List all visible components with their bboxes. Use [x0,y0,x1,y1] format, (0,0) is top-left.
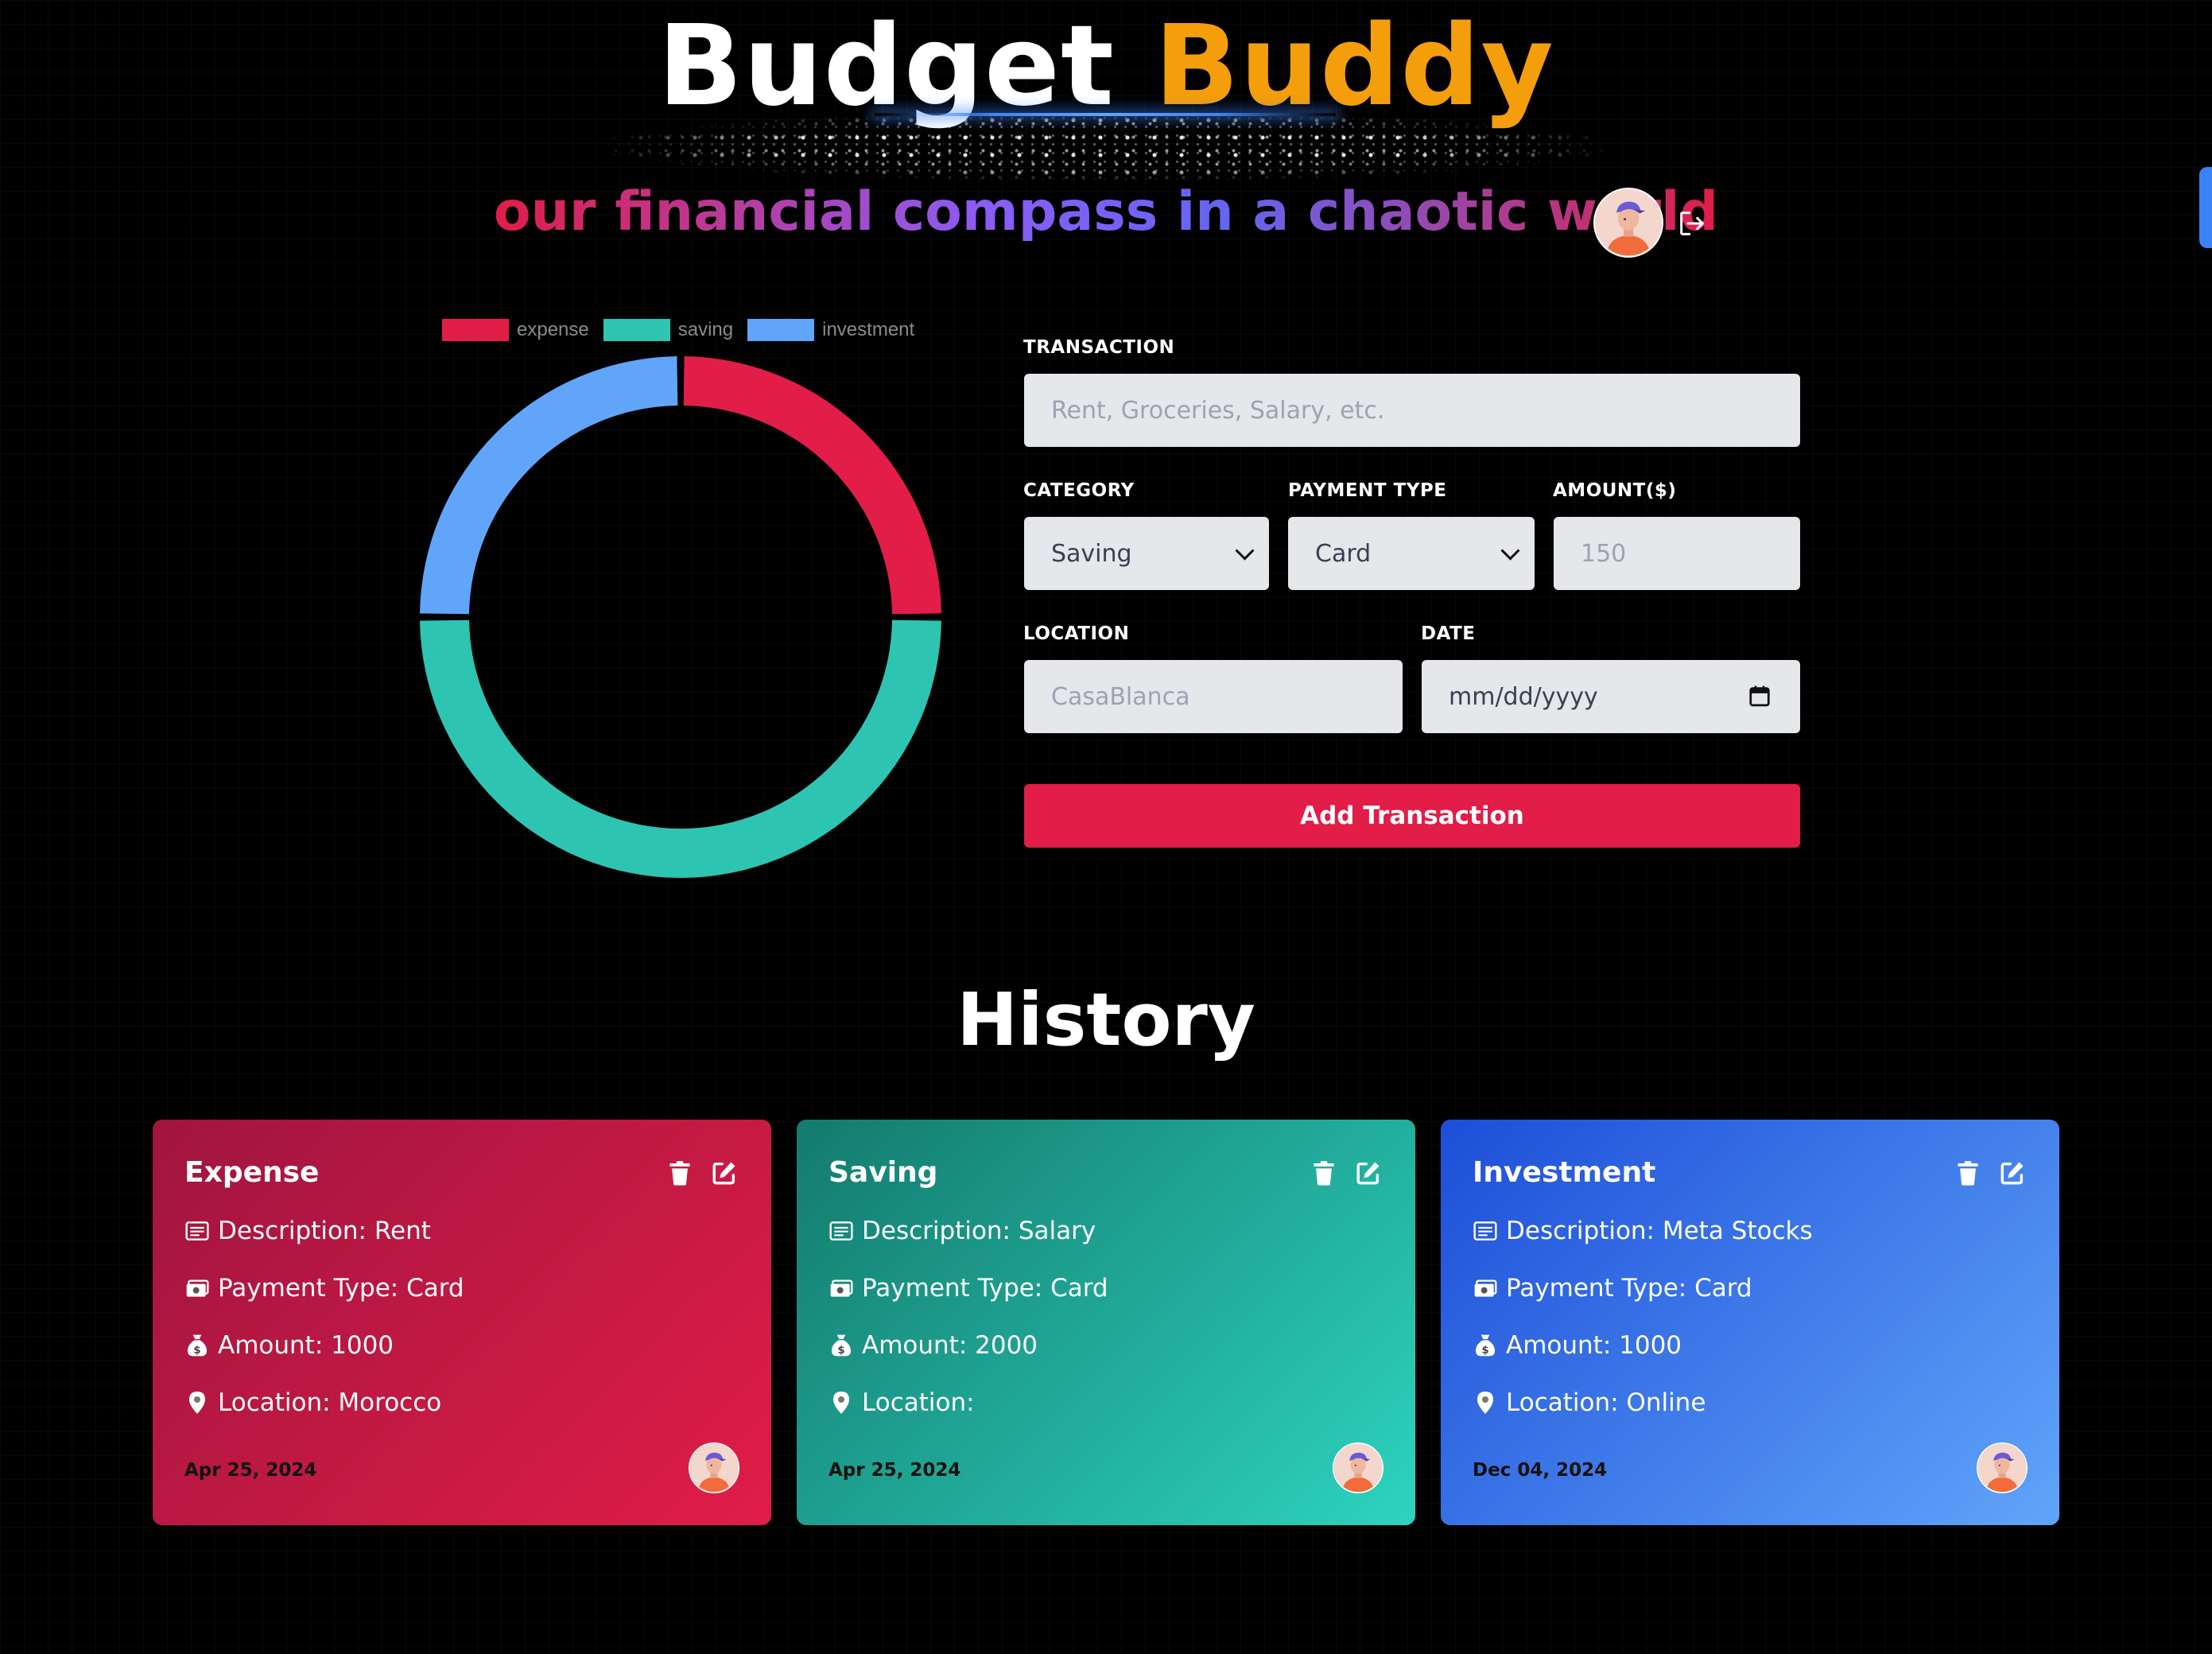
trash-icon[interactable] [666,1159,693,1186]
card-location: Location: Morocco [218,1388,442,1417]
date-input-placeholder: mm/dd/yyyy [1449,682,1598,711]
card-description: Description: Meta Stocks [1506,1217,1813,1245]
list-icon [1473,1218,1498,1244]
legend-swatch [603,319,670,341]
card-title: Expense [184,1156,320,1189]
card-date: Apr 25, 2024 [829,1460,961,1481]
avatar-icon[interactable] [1593,188,1663,258]
trash-icon[interactable] [1310,1159,1337,1186]
legend-swatch [442,319,509,341]
edit-icon[interactable] [1999,1159,2026,1186]
card-description: Description: Salary [862,1217,1096,1245]
edit-icon[interactable] [1355,1159,1382,1186]
history-card-saving[interactable]: Saving Description: Salary Payment Type:… [797,1120,1415,1525]
side-tab-handle[interactable] [2199,167,2212,248]
money-icon [184,1275,210,1301]
amount-input[interactable]: 150 [1554,517,1800,590]
card-location: Location: Online [1506,1388,1706,1417]
donut-slice-saving[interactable] [420,619,941,878]
sparkle-decoration [600,111,1610,181]
card-description: Description: Rent [218,1217,431,1245]
donut-slice-investment[interactable] [420,356,678,615]
date-label: DATE [1421,623,1476,644]
transaction-label: TRANSACTION [1023,337,1175,358]
card-amount: Amount: 1000 [1506,1331,1682,1360]
transaction-input[interactable]: Rent, Groceries, Salary, etc. [1024,374,1800,447]
payment-type-label: PAYMENT TYPE [1288,480,1447,501]
history-title: History [957,977,1255,1062]
money-bag-icon [184,1333,210,1358]
donut-slice-expense[interactable] [683,356,941,615]
payment-type-select[interactable]: Card [1288,517,1535,590]
payment-type-select-value: Card [1315,539,1372,568]
avatar-icon [1333,1442,1383,1493]
category-label: CATEGORY [1023,480,1135,501]
chart-legend: expense saving investment [442,318,914,342]
card-title: Saving [829,1156,938,1189]
list-icon [184,1218,210,1244]
map-pin-icon [1473,1390,1498,1415]
legend-swatch [747,319,815,341]
card-date: Dec 04, 2024 [1473,1460,1608,1481]
date-input[interactable]: mm/dd/yyyy [1422,660,1800,733]
card-payment-type: Payment Type: Card [1506,1274,1752,1303]
app-subtitle: our financial compass in a chaotic world [0,177,2212,248]
legend-item-investment[interactable]: investment [747,319,914,341]
location-label: LOCATION [1023,623,1130,644]
money-bag-icon [1473,1333,1498,1358]
logout-icon[interactable] [1676,208,1708,239]
trash-icon[interactable] [1954,1159,1981,1186]
legend-item-saving[interactable]: saving [603,319,733,341]
card-payment-type: Payment Type: Card [218,1274,464,1303]
donut-chart [420,356,941,878]
history-card-investment[interactable]: Investment Description: Meta Stocks Paym… [1441,1120,2059,1525]
map-pin-icon [184,1390,210,1415]
legend-label: investment [822,319,915,340]
money-icon [829,1275,854,1301]
legend-label: saving [677,319,734,340]
money-bag-icon [829,1333,854,1358]
card-amount: Amount: 2000 [862,1331,1038,1360]
edit-icon[interactable] [711,1159,738,1186]
glow-line-decoration [875,113,1336,116]
location-input[interactable]: CasaBlanca [1024,660,1403,733]
chevron-down-icon [1500,541,1520,561]
calendar-icon[interactable] [1748,684,1772,708]
avatar-icon [689,1442,739,1493]
card-amount: Amount: 1000 [218,1331,394,1360]
add-transaction-button[interactable]: Add Transaction [1024,784,1800,848]
card-date: Apr 25, 2024 [184,1460,317,1481]
history-card-expense[interactable]: Expense Description: Rent Payment Type: … [153,1120,771,1525]
card-title: Investment [1473,1156,1656,1189]
map-pin-icon [829,1390,854,1415]
card-payment-type: Payment Type: Card [862,1274,1108,1303]
card-location: Location: [862,1388,975,1417]
money-icon [1473,1275,1498,1301]
app-subtitle-text: our financial compass in a chaotic world [493,181,1719,243]
avatar-icon [1977,1442,2028,1493]
legend-label: expense [517,319,589,340]
chevron-down-icon [1235,541,1255,561]
list-icon [829,1218,854,1244]
category-select-value: Saving [1051,539,1132,568]
legend-item-expense[interactable]: expense [442,319,589,341]
amount-label: AMOUNT($) [1553,480,1677,501]
category-select[interactable]: Saving [1024,517,1269,590]
